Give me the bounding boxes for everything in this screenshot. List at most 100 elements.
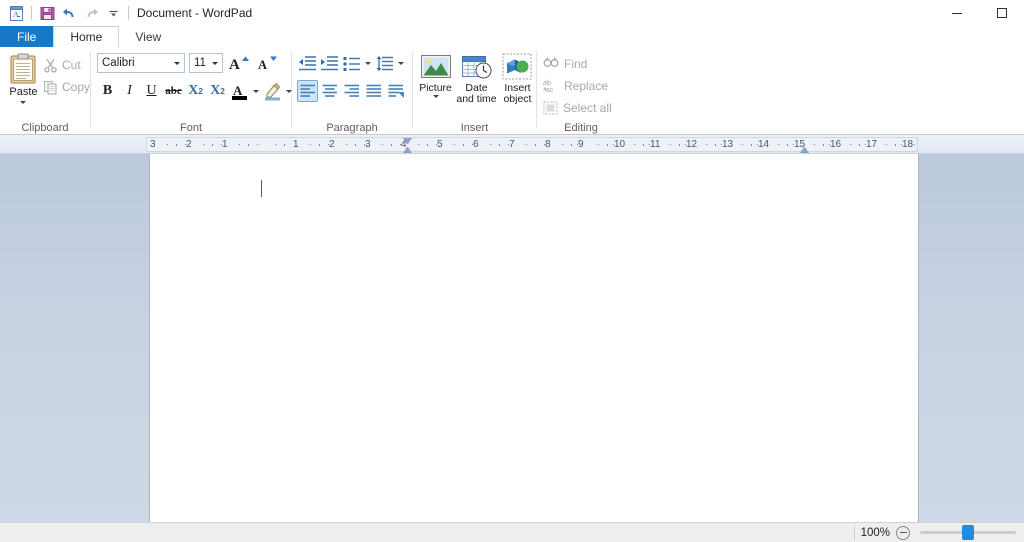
bullets-dropdown[interactable] — [362, 53, 373, 74]
replace-button[interactable]: ab ac Replace — [543, 76, 612, 95]
status-divider-1 — [854, 526, 855, 540]
highlight-button[interactable] — [262, 81, 283, 102]
status-bar: 100% — [0, 522, 1024, 542]
save-icon[interactable] — [36, 2, 58, 24]
ruler-mark-13: 11 — [650, 139, 660, 150]
subscript-button[interactable]: X2 — [185, 81, 206, 102]
align-center-button[interactable] — [319, 80, 340, 102]
picture-dropdown-caret[interactable] — [433, 95, 439, 98]
customize-dropdown-icon[interactable] — [102, 2, 124, 24]
quick-access-toolbar: A — [0, 2, 252, 24]
zoom-level-label: 100% — [861, 527, 890, 539]
line-spacing-split — [374, 53, 406, 74]
text-caret — [261, 180, 262, 197]
svg-text:ab: ab — [543, 80, 551, 87]
qat-divider-1 — [31, 6, 32, 20]
paste-button[interactable]: Paste — [4, 51, 43, 104]
ruler-mark-5: 3 — [365, 139, 371, 150]
paste-label: Paste — [9, 86, 37, 98]
find-label: Find — [564, 57, 587, 71]
grow-font-button[interactable]: A — [227, 53, 251, 74]
line-spacing-dropdown[interactable] — [395, 53, 406, 74]
underline-button[interactable]: U — [141, 81, 162, 102]
insert-object-icon — [502, 53, 532, 81]
ruler-mark-19: 17 — [866, 139, 877, 150]
title-bar: A — [0, 0, 1024, 26]
decrease-indent-icon — [298, 55, 317, 72]
horizontal-ruler[interactable]: 3 2 1 1 2 3 4 5 6 7 8 9 10 11 12 13 14 1… — [146, 137, 918, 152]
align-left-icon — [300, 84, 316, 99]
text-color-dropdown[interactable] — [250, 81, 261, 102]
ruler-mark-12: 10 — [614, 139, 625, 150]
zoom-out-button[interactable] — [896, 526, 910, 540]
strikethrough-button[interactable]: abc — [163, 81, 184, 102]
datetime-button[interactable]: Date and time — [456, 51, 497, 105]
decrease-indent-button[interactable] — [297, 53, 318, 74]
underline-label: U — [146, 83, 156, 99]
wordpad-window: A — [0, 0, 1024, 542]
svg-text:A: A — [258, 58, 267, 72]
superscript-button[interactable]: X2 — [207, 81, 228, 102]
zoom-slider-thumb[interactable] — [962, 525, 974, 540]
window-title: Document - WordPad — [137, 6, 252, 20]
ruler-mark-9: 7 — [509, 139, 515, 150]
align-right-button[interactable] — [341, 80, 362, 102]
subscript-index: 2 — [198, 87, 202, 96]
align-left-button[interactable] — [297, 80, 318, 102]
paste-dropdown-caret[interactable] — [20, 101, 26, 104]
line-spacing-button[interactable] — [374, 53, 395, 74]
svg-text:A: A — [233, 83, 243, 98]
picture-button[interactable]: Picture — [417, 51, 454, 98]
clipboard-small-buttons: Cut Copy — [43, 51, 90, 97]
tab-home[interactable]: Home — [53, 26, 119, 47]
minimize-button[interactable] — [934, 0, 979, 26]
insert-object-label: Insert object — [499, 83, 536, 105]
tab-file[interactable]: File — [0, 26, 53, 47]
window-controls — [934, 0, 1024, 26]
ruler-mark-20: 18 — [902, 139, 913, 150]
ruler-mark-3: 1 — [293, 139, 299, 150]
font-family-value: Calibri — [102, 57, 135, 69]
cut-button[interactable]: Cut — [43, 55, 90, 75]
ruler-mark-2: 1 — [222, 139, 228, 150]
ruler-mark-10: 8 — [545, 139, 551, 150]
redo-icon[interactable] — [80, 2, 102, 24]
strikethrough-label: abc — [165, 85, 182, 97]
clipboard-group-label: Clipboard — [0, 121, 90, 135]
replace-icon: ab ac — [543, 78, 559, 93]
tab-view[interactable]: View — [119, 26, 177, 47]
first-line-indent-marker[interactable] — [403, 138, 412, 144]
left-indent-marker[interactable] — [403, 147, 412, 153]
bullets-button[interactable] — [341, 53, 362, 74]
justify-button[interactable] — [363, 80, 384, 102]
italic-button[interactable]: I — [119, 81, 140, 102]
align-right-icon — [344, 84, 360, 99]
find-button[interactable]: Find — [543, 54, 612, 73]
zoom-slider[interactable] — [920, 531, 1016, 534]
text-color-button[interactable]: A — [229, 81, 250, 102]
svg-text:A: A — [229, 57, 240, 72]
increase-indent-button[interactable] — [319, 53, 340, 74]
align-center-icon — [322, 84, 338, 99]
undo-icon[interactable] — [58, 2, 80, 24]
wordpad-icon[interactable]: A — [5, 2, 27, 24]
qat-divider-2 — [128, 6, 129, 20]
paragraph-settings-button[interactable] — [385, 80, 406, 102]
svg-text:ac: ac — [546, 87, 554, 93]
document-page[interactable] — [150, 154, 918, 522]
superscript-label: X — [210, 83, 220, 99]
maximize-button[interactable] — [979, 0, 1024, 26]
font-family-combo[interactable]: Calibri — [97, 53, 185, 73]
copy-button[interactable]: Copy — [43, 77, 90, 97]
insert-object-button[interactable]: Insert object — [499, 51, 536, 105]
cut-label: Cut — [62, 58, 81, 72]
ruler-mark-8: 6 — [473, 139, 479, 150]
shrink-font-button[interactable]: A — [255, 53, 279, 74]
font-size-combo[interactable]: 11 — [189, 53, 223, 73]
bold-button[interactable]: B — [97, 81, 118, 102]
select-all-button[interactable]: Select all — [543, 98, 612, 117]
font-size-caret[interactable] — [212, 62, 218, 65]
font-family-caret[interactable] — [174, 62, 180, 65]
right-indent-marker[interactable] — [800, 147, 809, 153]
subscript-label: X — [188, 83, 198, 99]
